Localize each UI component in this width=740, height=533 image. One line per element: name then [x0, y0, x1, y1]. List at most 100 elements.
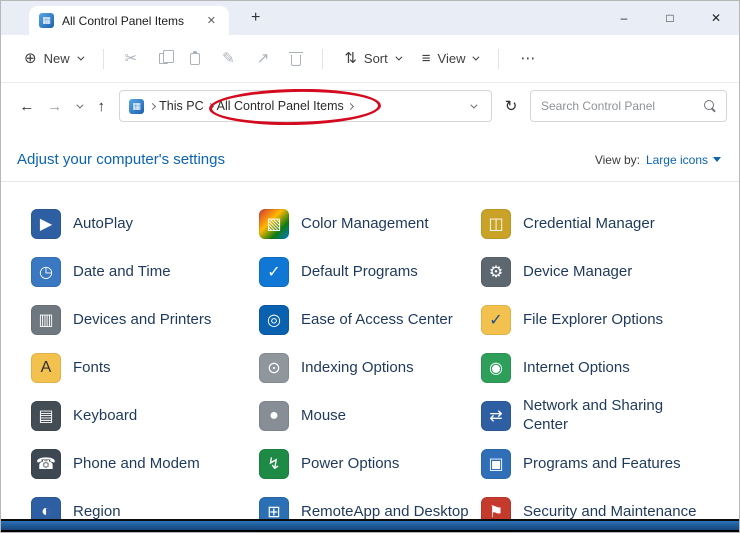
- control-panel-item[interactable]: ☎Phone and Modem: [31, 449, 259, 479]
- control-panel-item-label: Indexing Options: [301, 359, 414, 378]
- copy-button[interactable]: [149, 46, 178, 71]
- content: Adjust your computer's settings View by:…: [1, 129, 739, 533]
- tab-all-control-panel-items[interactable]: ▦ All Control Panel Items ✕: [29, 6, 229, 35]
- close-button[interactable]: ✕: [693, 1, 739, 35]
- control-panel-item-label: Power Options: [301, 455, 399, 474]
- view-button[interactable]: ≡ View: [412, 44, 488, 73]
- refresh-button[interactable]: ↻: [497, 91, 525, 121]
- search-icon: [704, 100, 716, 113]
- tab-title: All Control Panel Items: [62, 14, 194, 28]
- control-panel-item[interactable]: ↯ Power Options: [259, 449, 481, 479]
- sort-button[interactable]: ⇅Sort: [334, 44, 409, 73]
- search-box[interactable]: [530, 90, 727, 122]
- chevron-down-icon: [470, 101, 477, 108]
- explorer-window: ▦ All Control Panel Items ✕ + – □ ✕ ⊕ New…: [0, 0, 740, 533]
- control-panel-item[interactable]: ▶ AutoPlay: [31, 209, 259, 239]
- control-panel-item[interactable]: ⚙Device Manager: [481, 257, 721, 287]
- control-panel-item[interactable]: ▤ Keyboard: [31, 401, 259, 431]
- tab-close-icon[interactable]: ✕: [202, 12, 221, 29]
- control-panel-item[interactable]: ✓ File Explorer Options: [481, 305, 721, 335]
- control-panel-item[interactable]: ⊙ Indexing Options: [259, 353, 481, 383]
- trash-icon: [291, 55, 301, 66]
- devices-and-printers-icon: ▥: [31, 305, 61, 335]
- paste-button[interactable]: [180, 46, 210, 72]
- control-panel-item-label: Programs and Features: [523, 455, 681, 474]
- control-panel-item-label: Ease of Access Center: [301, 311, 453, 330]
- ellipsis-icon: ⋯: [520, 51, 535, 66]
- forward-button[interactable]: →: [41, 91, 69, 121]
- copy-icon: [159, 53, 168, 64]
- control-panel-item[interactable]: ▣Programs and Features: [481, 449, 721, 479]
- chevron-down-icon: [473, 54, 480, 61]
- control-panel-item-label: AutoPlay: [73, 215, 133, 234]
- control-panel-item[interactable]: ▥Devices and Printers: [31, 305, 259, 335]
- chevron-right-icon: [348, 104, 353, 109]
- control-panel-item-label: Mouse: [301, 407, 346, 426]
- chevron-right-icon: [208, 104, 213, 109]
- toolbar: ⊕ New ✂ ✎ ↗ ⇅Sort ≡ View ⋯: [1, 35, 739, 83]
- indexing-options-icon: ⊙: [259, 353, 289, 383]
- date-and-time-icon: ◷: [31, 257, 61, 287]
- view-by-value: Large icons: [646, 153, 708, 167]
- control-panel-item-label: Fonts: [73, 359, 111, 378]
- color-management-icon: ▧: [259, 209, 289, 239]
- view-button-label: View: [438, 52, 466, 65]
- control-panel-item-label: Color Management: [301, 215, 429, 234]
- minimize-button[interactable]: –: [601, 1, 647, 35]
- more-button[interactable]: ⋯: [510, 44, 545, 73]
- search-input[interactable]: [541, 99, 696, 113]
- keyboard-icon: ▤: [31, 401, 61, 431]
- breadcrumb-item[interactable]: This PC: [155, 97, 207, 115]
- share-icon: ↗: [257, 51, 270, 66]
- control-panel-item[interactable]: ▧ Color Management: [259, 209, 481, 239]
- recent-locations-button[interactable]: [69, 91, 88, 121]
- control-panel-item-label: File Explorer Options: [523, 311, 663, 330]
- control-panel-item[interactable]: ◎Ease of Access Center: [259, 305, 481, 335]
- view-by-dropdown[interactable]: Large icons: [646, 153, 721, 167]
- new-button-label: New: [44, 52, 70, 65]
- control-panel-item[interactable]: ◫Credential Manager: [481, 209, 721, 239]
- credential-manager-icon: ◫: [481, 209, 511, 239]
- control-panel-item[interactable]: ◷ Date and Time: [31, 257, 259, 287]
- control-panel-item[interactable]: ● Mouse: [259, 401, 481, 431]
- address-history-button[interactable]: [462, 91, 482, 121]
- delete-button[interactable]: [281, 44, 311, 73]
- control-panel-item[interactable]: AFonts: [31, 353, 259, 383]
- control-panel-item-label: Default Programs: [301, 263, 418, 282]
- rename-button[interactable]: ✎: [212, 44, 245, 73]
- view-by: View by: Large icons: [595, 153, 721, 167]
- view-list-icon: ≡: [422, 51, 431, 66]
- control-panel-icon: ▦: [39, 13, 54, 28]
- plus-circle-icon: ⊕: [24, 51, 37, 66]
- new-tab-button[interactable]: +: [243, 9, 268, 27]
- header-divider: [1, 181, 739, 182]
- addressbar: ← → ↑ ▦ This PCAll Control Panel Items ↻: [1, 83, 739, 129]
- new-button[interactable]: ⊕ New: [14, 44, 92, 73]
- share-button[interactable]: ↗: [247, 44, 280, 73]
- toolbar-separator: [322, 49, 323, 69]
- autoplay-icon: ▶: [31, 209, 61, 239]
- up-button[interactable]: ↑: [87, 91, 115, 121]
- toolbar-separator: [103, 49, 104, 69]
- sort-arrows-icon: ⇅: [344, 51, 357, 66]
- cut-button[interactable]: ✂: [115, 44, 148, 73]
- breadcrumb-item[interactable]: All Control Panel Items: [213, 97, 348, 115]
- control-panel-item[interactable]: ⇄Network and Sharing Center: [481, 397, 721, 435]
- chevron-down-icon: [77, 54, 84, 61]
- control-panel-item[interactable]: ◉Internet Options: [481, 353, 721, 383]
- chevron-down-icon: [76, 101, 83, 108]
- power-options-icon: ↯: [259, 449, 289, 479]
- maximize-button[interactable]: □: [647, 1, 693, 35]
- control-panel-item-label: Date and Time: [73, 263, 171, 282]
- rename-pencil-icon: ✎: [222, 51, 235, 66]
- file-explorer-options-icon: ✓: [481, 305, 511, 335]
- default-programs-icon: ✓: [259, 257, 289, 287]
- control-panel-item[interactable]: ✓ Default Programs: [259, 257, 481, 287]
- control-panel-item-label: Device Manager: [523, 263, 632, 282]
- scissors-icon: ✂: [125, 51, 138, 66]
- back-button[interactable]: ←: [13, 91, 41, 121]
- control-panel-item-label: Keyboard: [73, 407, 137, 426]
- address-box[interactable]: ▦ This PCAll Control Panel Items: [119, 90, 492, 122]
- caret-down-icon: [713, 157, 721, 162]
- mouse-icon: ●: [259, 401, 289, 431]
